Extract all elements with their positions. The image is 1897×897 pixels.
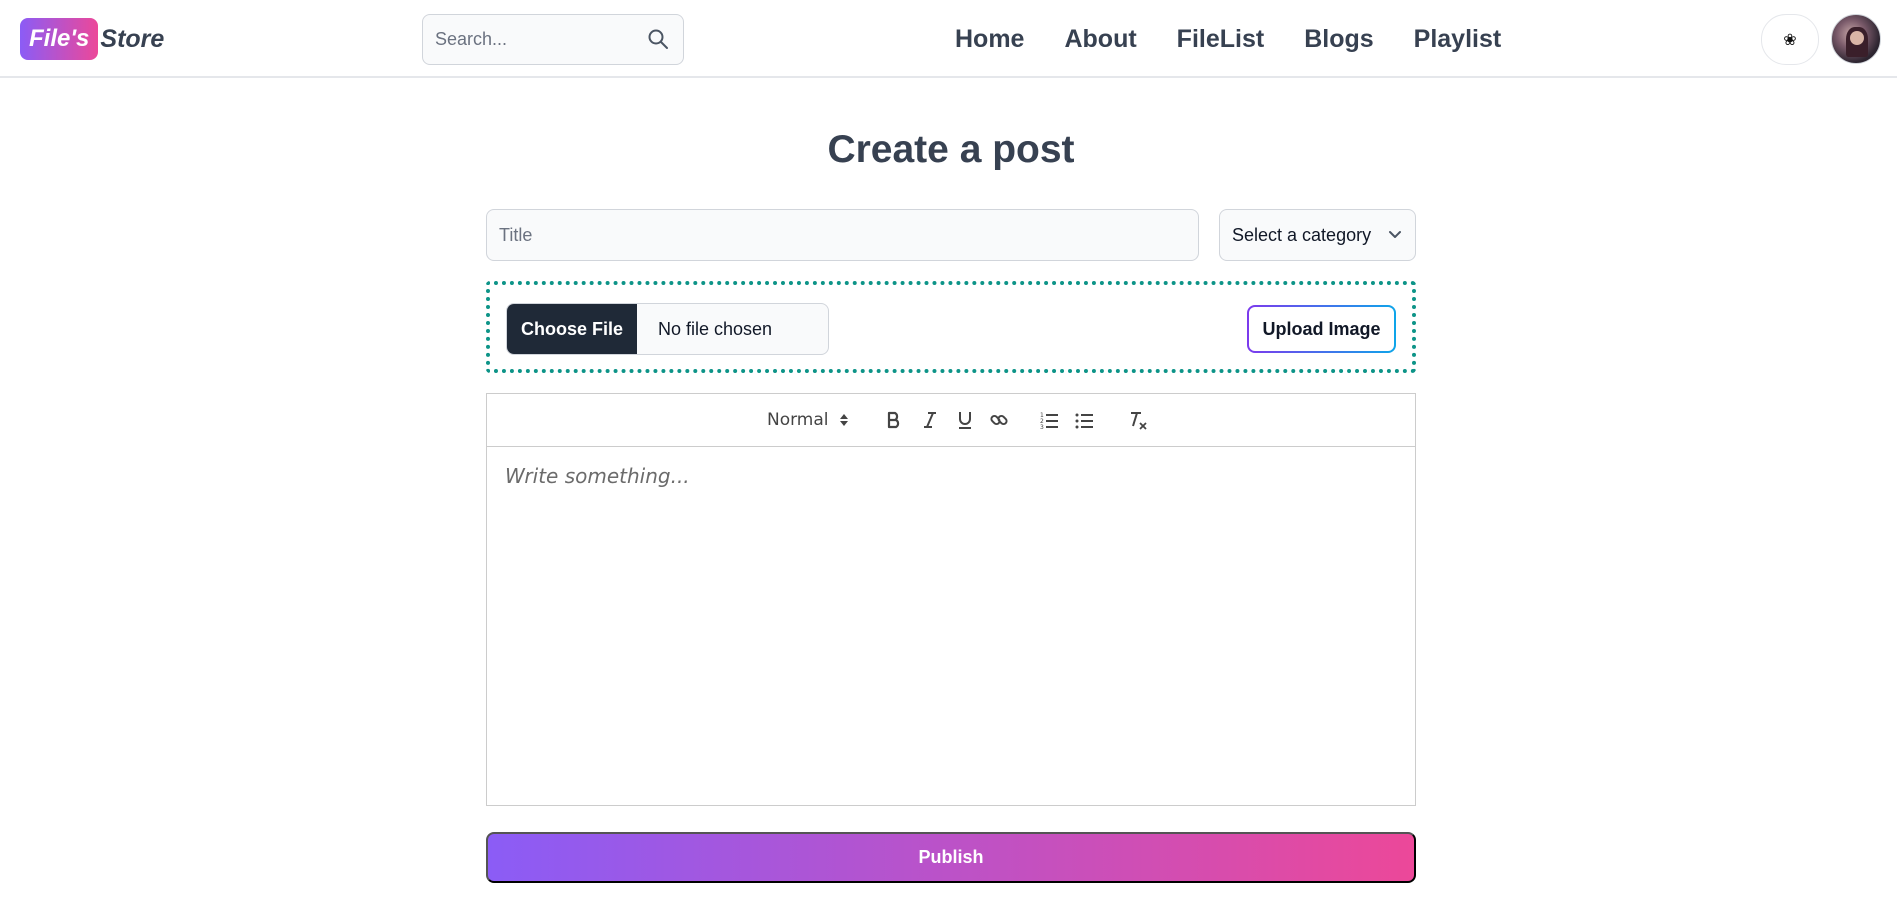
italic-icon[interactable] — [918, 408, 942, 432]
navbar: File's Store Home About FileList Blogs P… — [0, 0, 1897, 78]
editor-content[interactable]: Write something... — [505, 464, 690, 488]
nav-about[interactable]: About — [1064, 25, 1136, 54]
file-input[interactable]: Choose File No file chosen — [506, 303, 829, 355]
upload-image-label: Upload Image — [1249, 307, 1394, 351]
category-select-value: Select a category — [1232, 224, 1372, 245]
page-title: Create a post — [827, 128, 1075, 171]
category-select[interactable]: Select a category — [1219, 209, 1416, 261]
avatar[interactable] — [1831, 14, 1881, 64]
nav-filelist[interactable]: FileList — [1177, 25, 1265, 54]
avatar-face — [1850, 31, 1864, 45]
rich-text-editor: Normal 123 Write something... — [486, 393, 1416, 806]
brand-logo[interactable]: File's Store — [20, 18, 164, 60]
clear-format-icon[interactable] — [1125, 408, 1149, 432]
theme-toggle-icon: ❀ — [1783, 31, 1797, 49]
nav-home[interactable]: Home — [955, 25, 1024, 54]
logo-badge: File's — [20, 18, 99, 60]
header-format-select[interactable]: Normal — [767, 408, 851, 432]
nav-playlist[interactable]: Playlist — [1414, 25, 1502, 54]
title-input[interactable] — [486, 209, 1199, 261]
search-box — [422, 14, 684, 65]
logo-text: Store — [100, 24, 165, 53]
file-status-text: No file chosen — [658, 318, 773, 339]
image-upload-zone: Choose File No file chosen Upload Image — [486, 281, 1416, 373]
search-icon[interactable] — [647, 28, 669, 50]
header-format-value: Normal — [767, 410, 829, 430]
bullet-list-icon[interactable] — [1072, 408, 1096, 432]
chevron-down-icon — [1387, 227, 1403, 243]
upload-image-button[interactable]: Upload Image — [1247, 305, 1396, 353]
svg-text:3: 3 — [1040, 424, 1044, 430]
choose-file-button[interactable]: Choose File — [507, 304, 637, 354]
editor-toolbar: Normal 123 — [487, 394, 1415, 447]
select-arrows-icon — [839, 412, 849, 428]
ordered-list-icon[interactable]: 123 — [1037, 408, 1061, 432]
nav-blogs[interactable]: Blogs — [1304, 25, 1373, 54]
main-nav: Home About FileList Blogs Playlist — [955, 0, 1541, 78]
theme-toggle-button[interactable]: ❀ — [1761, 14, 1819, 65]
underline-icon[interactable] — [953, 408, 977, 432]
link-icon[interactable] — [987, 408, 1011, 432]
search-input[interactable] — [435, 15, 635, 64]
publish-button[interactable]: Publish — [486, 832, 1416, 883]
bold-icon[interactable] — [882, 408, 906, 432]
